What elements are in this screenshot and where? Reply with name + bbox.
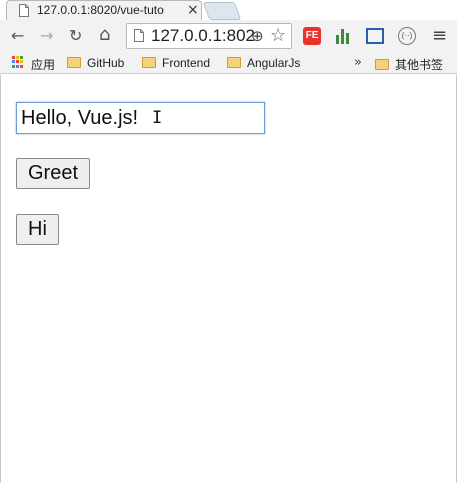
browser-toolbar: ← → ↻ ⌂ 127.0.0.1:8020 ⊕ ☆ FE (··) ≡ [0, 20, 457, 52]
reload-icon[interactable]: ↻ [69, 26, 82, 46]
bookmarks-bar: 应用 GitHub Frontend AngularJs » 其他书签 [0, 52, 457, 74]
apps-grid-dot [12, 56, 15, 59]
window-extension-icon[interactable] [366, 28, 384, 44]
url-text: 127.0.0.1:8020 [151, 26, 255, 45]
address-bar[interactable]: 127.0.0.1:8020 ⊕ ☆ [126, 23, 292, 49]
apps-grid-dot [16, 64, 19, 68]
bookmark-github[interactable]: GitHub [67, 56, 124, 70]
tab-title: 127.0.0.1:8020/vue-tuto [37, 3, 164, 17]
apps-grid-dot [12, 64, 15, 68]
folder-icon [142, 57, 156, 68]
apps-grid-dot [20, 60, 23, 64]
apps-grid-dot [20, 64, 23, 68]
bookmark-frontend[interactable]: Frontend [142, 56, 210, 70]
bookmarks-overflow-icon[interactable]: » [354, 55, 362, 70]
bookmark-other[interactable]: 其他书签 [375, 56, 443, 73]
folder-icon [375, 59, 389, 70]
home-icon[interactable]: ⌂ [99, 25, 110, 45]
forward-icon[interactable]: → [40, 26, 53, 46]
tab-strip: 127.0.0.1:8020/vue-tuto × [0, 0, 457, 20]
text-cursor-icon: I [152, 108, 163, 128]
page-icon [19, 4, 29, 17]
hi-button[interactable]: Hi [16, 214, 59, 245]
apps-grid-dot [12, 60, 15, 64]
fe-extension-icon[interactable]: FE [303, 27, 321, 45]
circle-extension-icon[interactable]: (··) [398, 27, 416, 45]
page-content: I Greet Hi [0, 75, 457, 483]
folder-icon [227, 57, 241, 68]
apps-grid-dot [16, 60, 19, 64]
apps-grid-dot [16, 56, 19, 59]
chart-extension-icon[interactable] [334, 27, 352, 45]
message-input[interactable] [16, 102, 265, 134]
new-tab-button[interactable] [202, 2, 242, 20]
bookmark-star-icon[interactable]: ☆ [270, 25, 286, 46]
zoom-icon[interactable]: ⊕ [251, 27, 264, 45]
apps-icon[interactable] [12, 56, 24, 68]
folder-icon [67, 57, 81, 68]
bookmark-apps[interactable]: 应用 [31, 56, 55, 73]
bookmark-angularjs[interactable]: AngularJs [227, 56, 300, 70]
menu-icon[interactable]: ≡ [432, 25, 447, 46]
browser-tab[interactable]: 127.0.0.1:8020/vue-tuto × [6, 0, 202, 20]
back-icon[interactable]: ← [11, 26, 24, 46]
close-icon[interactable]: × [187, 2, 199, 18]
page-icon [134, 29, 144, 42]
greet-button[interactable]: Greet [16, 158, 91, 189]
apps-grid-dot [20, 56, 23, 59]
